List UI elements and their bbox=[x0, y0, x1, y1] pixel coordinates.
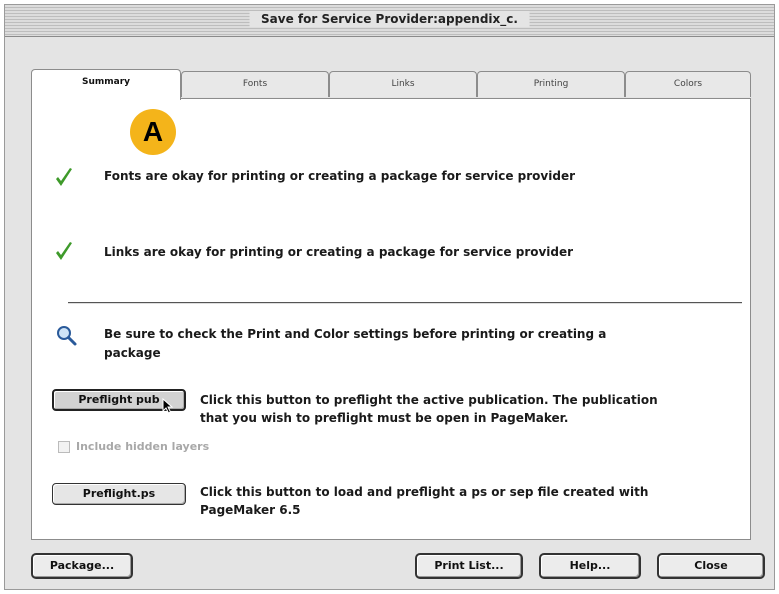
dialog-window: Save for Service Provider:appendix_c. Su… bbox=[4, 4, 775, 590]
links-status-text: Links are okay for printing or creating … bbox=[104, 245, 574, 259]
help-button[interactable]: Help... bbox=[539, 553, 641, 579]
tab-fonts[interactable]: Fonts bbox=[181, 71, 329, 97]
print-list-button[interactable]: Print List... bbox=[415, 553, 523, 579]
preflight-pub-desc-line-2: that you wish to preflight must be open … bbox=[200, 411, 569, 425]
title-bar[interactable]: Save for Service Provider:appendix_c. bbox=[5, 5, 774, 37]
tab-bar: Summary Fonts Links Printing Colors bbox=[31, 69, 751, 100]
tab-summary[interactable]: Summary bbox=[31, 69, 181, 100]
close-button[interactable]: Close bbox=[657, 553, 765, 579]
note-line-2: package bbox=[104, 346, 161, 360]
preflight-pub-desc-line-1: Click this button to preflight the activ… bbox=[200, 393, 658, 407]
note-line-1: Be sure to check the Print and Color set… bbox=[104, 327, 607, 341]
annotation-badge: A bbox=[130, 109, 176, 155]
include-hidden-layers-label: Include hidden layers bbox=[76, 440, 210, 453]
window-title: Save for Service Provider:appendix_c. bbox=[249, 11, 530, 27]
tab-links[interactable]: Links bbox=[329, 71, 477, 97]
preflight-ps-desc-line-1: Click this button to load and preflight … bbox=[200, 485, 649, 499]
include-hidden-layers-checkbox[interactable] bbox=[58, 441, 70, 453]
tab-colors[interactable]: Colors bbox=[625, 71, 751, 97]
checkmark-icon bbox=[54, 167, 74, 193]
package-button[interactable]: Package... bbox=[31, 553, 133, 579]
magnifier-icon bbox=[56, 325, 78, 351]
fonts-status-text: Fonts are okay for printing or creating … bbox=[104, 169, 576, 183]
preflight-ps-desc-line-2: PageMaker 6.5 bbox=[200, 503, 301, 517]
summary-panel: A Fonts are okay for printing or creatin… bbox=[31, 98, 751, 540]
section-divider bbox=[68, 302, 742, 304]
tab-printing[interactable]: Printing bbox=[477, 71, 625, 97]
mouse-cursor-icon bbox=[162, 397, 174, 418]
checkmark-icon bbox=[54, 241, 74, 267]
preflight-ps-button[interactable]: Preflight.ps bbox=[52, 483, 186, 505]
